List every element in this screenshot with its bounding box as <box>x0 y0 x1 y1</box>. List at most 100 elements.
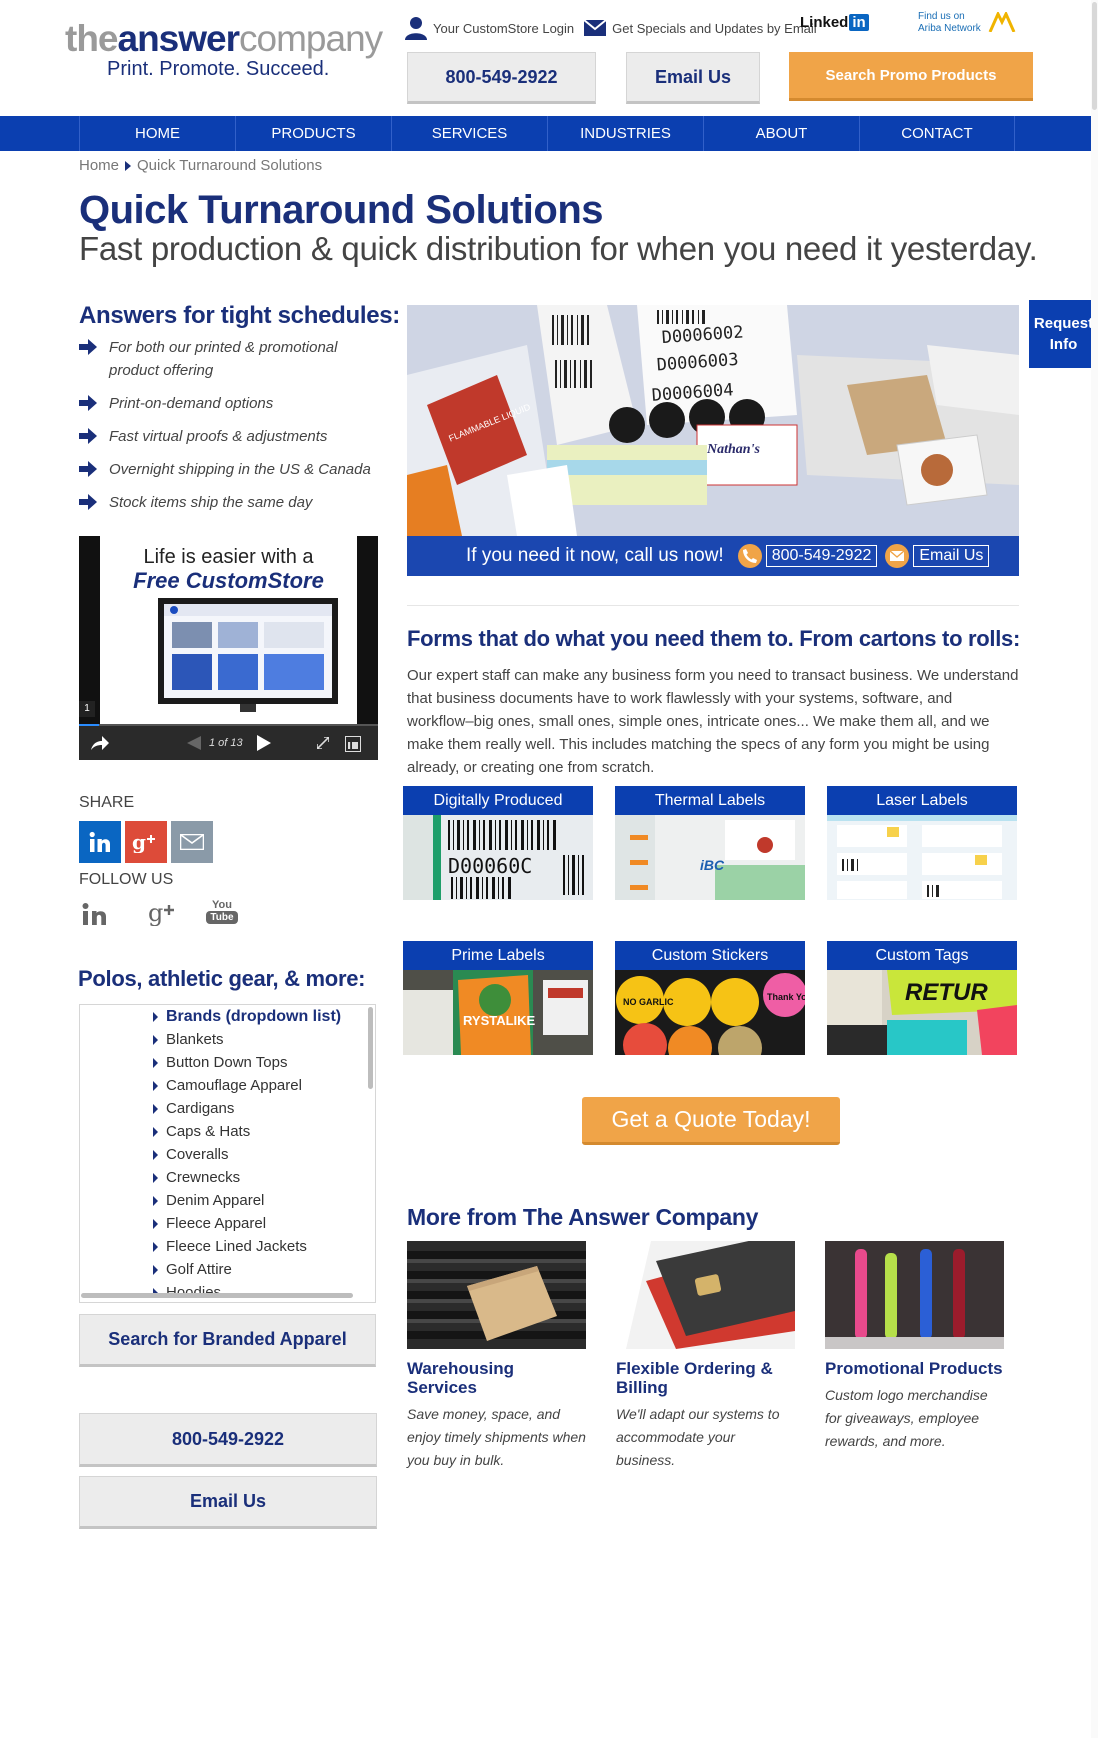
header-email-button[interactable]: Email Us <box>626 52 760 104</box>
caret-right-icon <box>153 1011 158 1022</box>
tile-prime-labels[interactable]: Prime Labels RYSTALIKE <box>403 941 593 1055</box>
svg-text:Thank You!: Thank You! <box>767 992 805 1002</box>
expand-icon[interactable] <box>317 737 329 749</box>
list-item[interactable]: Brands (dropdown list) <box>80 1005 375 1028</box>
sidebar-email-button[interactable]: Email Us <box>79 1476 377 1529</box>
page-subtitle: Fast production & quick distribution for… <box>79 230 1038 267</box>
list-item[interactable]: Coveralls <box>80 1143 375 1166</box>
forms-body: Our expert staff can make any business f… <box>407 667 1019 776</box>
envelope-icon <box>885 544 910 568</box>
user-icon <box>405 17 427 40</box>
utility-links: Your CustomStore Login Get Specials and … <box>405 12 817 44</box>
caret-right-icon <box>153 1149 158 1160</box>
apparel-vertical-scrollbar[interactable] <box>368 1007 373 1089</box>
page-scrollbar[interactable] <box>1091 0 1098 1738</box>
monitor-illustration-icon <box>158 598 338 712</box>
nav-services[interactable]: SERVICES <box>391 116 547 151</box>
more-card-promotional[interactable]: Promotional Products Custom logo merchan… <box>825 1241 1005 1453</box>
search-promo-products-button[interactable]: Search Promo Products <box>789 52 1033 101</box>
caret-right-icon <box>153 1241 158 1252</box>
play-icon[interactable] <box>257 735 271 751</box>
follow-linkedin-icon[interactable] <box>82 902 110 926</box>
nav-home[interactable]: HOME <box>79 116 235 151</box>
caret-right-icon <box>153 1264 158 1275</box>
customstore-login-link[interactable]: Your CustomStore Login <box>405 16 574 40</box>
get-quote-button[interactable]: Get a Quote Today! <box>582 1097 840 1145</box>
arrow-right-icon <box>79 461 97 477</box>
customstore-slideshow[interactable]: Life is easier with a Free CustomStore 1… <box>79 536 378 760</box>
previous-icon[interactable] <box>187 736 201 750</box>
hero-phone-link[interactable]: 800-549-2922 <box>765 545 878 567</box>
list-item[interactable]: Fleece Lined Jackets <box>80 1235 375 1258</box>
list-item[interactable]: Button Down Tops <box>80 1051 375 1074</box>
logo-wordmark: theanswercompany <box>65 18 383 59</box>
follow-youtube-icon[interactable]: You Tube <box>206 900 238 924</box>
list-item: Stock items ship the same day <box>79 491 379 514</box>
tile-digitally-produced[interactable]: Digitally Produced D00060C <box>403 786 593 900</box>
hero-email-link[interactable]: Email Us <box>913 545 990 567</box>
share-linkedin-button[interactable] <box>79 821 121 863</box>
svg-text:RYSTALIKE: RYSTALIKE <box>463 1013 536 1028</box>
apparel-heading: Polos, athletic gear, & more: <box>78 966 366 991</box>
share-arrow-icon[interactable] <box>91 736 109 750</box>
more-heading: More from The Answer Company <box>407 1204 759 1230</box>
request-info-tab[interactable]: Request Info <box>1029 300 1098 368</box>
specials-email-link[interactable]: Get Specials and Updates by Email <box>584 20 817 36</box>
caret-right-icon <box>153 1034 158 1045</box>
share-email-button[interactable] <box>171 821 213 863</box>
tile-thermal-labels[interactable]: Thermal Labels iBC <box>615 786 805 900</box>
hero-banner: FLAMMABLE LIQUID D0006002 D0006003 D0006… <box>407 305 1019 576</box>
apparel-category-list[interactable]: Brands (dropdown list) Blankets Button D… <box>79 1004 376 1303</box>
site-logo[interactable]: theanswercompany Print. Promote. Succeed… <box>65 20 385 81</box>
more-card-warehousing[interactable]: Warehousing Services Save money, space, … <box>407 1241 587 1472</box>
barcode-image: D00060C <box>403 815 593 900</box>
caret-right-icon <box>153 1103 158 1114</box>
pens-image <box>825 1241 1004 1349</box>
laser-labels-image <box>827 815 1017 900</box>
list-item[interactable]: Blankets <box>80 1028 375 1051</box>
more-card-ordering-billing[interactable]: Flexible Ordering & Billing We'll adapt … <box>616 1241 796 1472</box>
page-scrollbar-thumb[interactable] <box>1092 2 1097 110</box>
list-item[interactable]: Caps & Hats <box>80 1120 375 1143</box>
tags-image: RETUR <box>827 970 1017 1055</box>
list-item[interactable]: Hoodies <box>80 1281 375 1302</box>
nav-contact[interactable]: CONTACT <box>859 116 1015 151</box>
nav-industries[interactable]: INDUSTRIES <box>547 116 703 151</box>
ariba-network-link[interactable]: Find us on Ariba Network <box>918 11 981 35</box>
svg-text:g: g <box>132 831 146 853</box>
caret-right-icon <box>153 1218 158 1229</box>
svg-text:D00060C: D00060C <box>448 854 532 878</box>
share-googleplus-button[interactable]: g <box>125 821 167 863</box>
list-item[interactable]: Camouflage Apparel <box>80 1074 375 1097</box>
logo-tagline: Print. Promote. Succeed. <box>107 58 330 80</box>
search-branded-apparel-button[interactable]: Search for Branded Apparel <box>79 1314 376 1367</box>
list-item: Overnight shipping in the US & Canada <box>79 458 379 481</box>
nav-about[interactable]: ABOUT <box>703 116 859 151</box>
list-item[interactable]: Cardigans <box>80 1097 375 1120</box>
list-item[interactable]: Denim Apparel <box>80 1189 375 1212</box>
sidebar-phone-button[interactable]: 800-549-2922 <box>79 1413 377 1467</box>
svg-text:g: g <box>148 900 163 926</box>
tile-custom-stickers[interactable]: Custom Stickers NO GARLIC Thank You! <box>615 941 805 1055</box>
breadcrumb-home[interactable]: Home <box>79 157 119 174</box>
warehousing-image <box>407 1241 586 1349</box>
linkedin-link[interactable]: Linked in <box>800 14 869 31</box>
follow-googleplus-icon[interactable]: g <box>148 900 176 926</box>
list-item[interactable]: Golf Attire <box>80 1258 375 1281</box>
section-divider <box>407 605 1019 606</box>
apparel-horizontal-scrollbar[interactable] <box>81 1293 353 1298</box>
header-phone-button[interactable]: 800-549-2922 <box>407 52 596 104</box>
caret-right-icon <box>153 1057 158 1068</box>
thermal-labels-image: iBC <box>615 815 805 900</box>
share-label: SHARE <box>79 794 135 811</box>
tile-laser-labels[interactable]: Laser Labels <box>827 786 1017 900</box>
list-item[interactable]: Crewnecks <box>80 1166 375 1189</box>
linkedin-small-icon[interactable] <box>345 736 361 752</box>
page-title: Quick Turnaround Solutions <box>79 188 604 232</box>
list-item[interactable]: Fleece Apparel <box>80 1212 375 1235</box>
tile-custom-tags[interactable]: Custom Tags RETUR <box>827 941 1017 1055</box>
svg-text:Nathan's: Nathan's <box>706 442 760 457</box>
schedules-list: For both our printed & promotional produ… <box>79 336 379 524</box>
nav-products[interactable]: PRODUCTS <box>235 116 391 151</box>
list-item: For both our printed & promotional produ… <box>79 336 379 382</box>
